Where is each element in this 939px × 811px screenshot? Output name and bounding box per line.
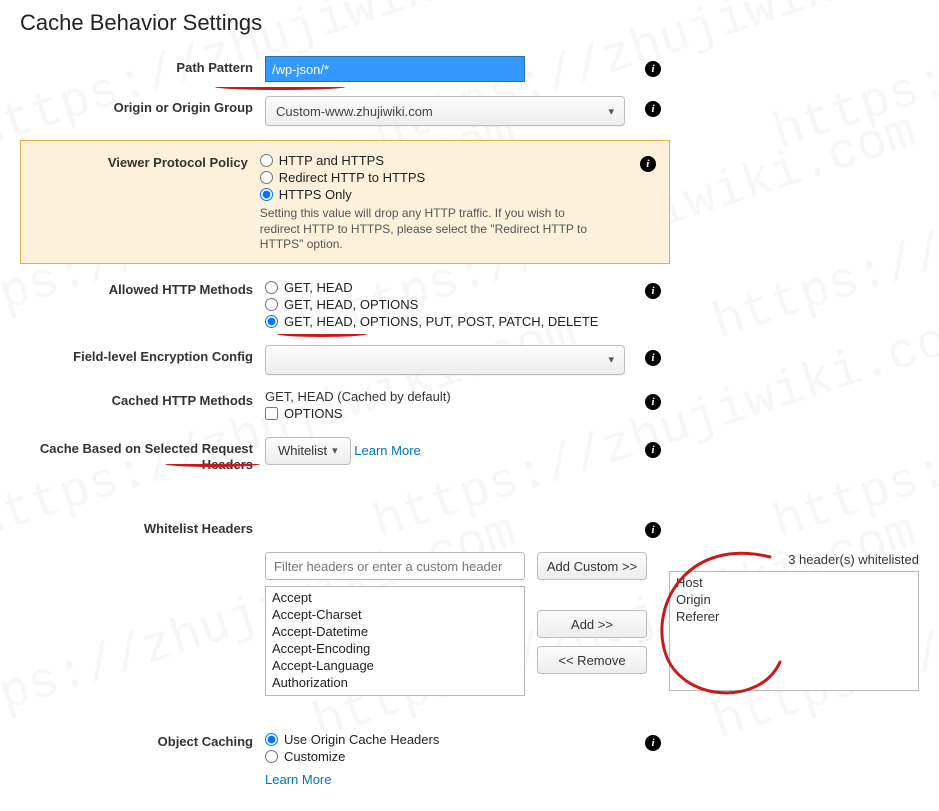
fle-select[interactable]: ▾ [265, 345, 625, 375]
cached-methods-static: GET, HEAD (Cached by default) [265, 389, 635, 404]
viewer-protocol-warning-box: Viewer Protocol Policy HTTP and HTTPS Re… [20, 140, 670, 264]
origin-label: Origin or Origin Group [20, 96, 265, 116]
origin-selected-value: Custom-www.zhujiwiki.com [276, 104, 433, 119]
viewer-protocol-option-https-only[interactable]: HTTPS Only [260, 187, 630, 202]
allowed-methods-option-1[interactable]: GET, HEAD, OPTIONS [265, 297, 635, 312]
object-caching-label: Object Caching [20, 730, 265, 750]
learn-more-link[interactable]: Learn More [354, 443, 420, 458]
annotation-underline [165, 461, 260, 467]
cached-methods-options-checkbox[interactable]: OPTIONS [265, 406, 635, 421]
cache-headers-label: Cache Based on Selected Request Headers [20, 437, 265, 474]
info-icon[interactable]: i [645, 101, 661, 117]
origin-select[interactable]: Custom-www.zhujiwiki.com ▾ [265, 96, 625, 126]
path-pattern-input[interactable] [265, 56, 525, 82]
allowed-methods-label: Allowed HTTP Methods [20, 278, 265, 298]
info-icon[interactable]: i [645, 442, 661, 458]
learn-more-link[interactable]: Learn More [265, 772, 331, 787]
header-filter-input[interactable] [265, 552, 525, 580]
available-headers-listbox[interactable]: Accept Accept-Charset Accept-Datetime Ac… [265, 586, 525, 696]
chevron-down-icon: ▾ [608, 353, 614, 366]
fle-label: Field-level Encryption Config [20, 345, 265, 365]
viewer-protocol-option-redirect[interactable]: Redirect HTTP to HTTPS [260, 170, 630, 185]
cached-methods-label: Cached HTTP Methods [20, 389, 265, 409]
path-pattern-label: Path Pattern [20, 56, 265, 76]
info-icon[interactable]: i [645, 522, 661, 538]
whitelist-headers-label: Whitelist Headers [20, 517, 265, 537]
list-item[interactable]: Accept-Datetime [270, 623, 520, 640]
info-icon[interactable]: i [645, 350, 661, 366]
info-icon[interactable]: i [640, 156, 656, 172]
list-item[interactable]: Origin [674, 591, 914, 608]
chevron-down-icon: ▾ [332, 444, 338, 457]
object-caching-option-1[interactable]: Customize [265, 749, 635, 764]
selected-headers-listbox[interactable]: Host Origin Referer [669, 571, 919, 691]
annotation-underline [277, 331, 367, 337]
whitelist-count-caption: 3 header(s) whitelisted [669, 552, 919, 567]
allowed-methods-option-0[interactable]: GET, HEAD [265, 280, 635, 295]
info-icon[interactable]: i [645, 283, 661, 299]
list-item[interactable]: Host [674, 574, 914, 591]
viewer-protocol-label: Viewer Protocol Policy [21, 151, 260, 171]
list-item[interactable]: Referer [674, 608, 914, 625]
list-item[interactable]: Accept-Encoding [270, 640, 520, 657]
info-icon[interactable]: i [645, 735, 661, 751]
annotation-underline [215, 84, 345, 90]
add-button[interactable]: Add >> [537, 610, 647, 638]
list-item[interactable]: Accept-Charset [270, 606, 520, 623]
viewer-protocol-option-http-https[interactable]: HTTP and HTTPS [260, 153, 630, 168]
page-title: Cache Behavior Settings [20, 10, 919, 36]
allowed-methods-option-2[interactable]: GET, HEAD, OPTIONS, PUT, POST, PATCH, DE… [265, 314, 635, 329]
list-item[interactable]: Accept [270, 589, 520, 606]
cache-headers-dropdown[interactable]: Whitelist ▾ [265, 437, 351, 465]
viewer-protocol-hint: Setting this value will drop any HTTP tr… [260, 206, 600, 253]
list-item[interactable]: Accept-Language [270, 657, 520, 674]
add-custom-button[interactable]: Add Custom >> [537, 552, 647, 580]
chevron-down-icon: ▾ [608, 105, 614, 118]
remove-button[interactable]: << Remove [537, 646, 647, 674]
info-icon[interactable]: i [645, 61, 661, 77]
list-item[interactable]: Authorization [270, 674, 520, 691]
object-caching-option-0[interactable]: Use Origin Cache Headers [265, 732, 635, 747]
info-icon[interactable]: i [645, 394, 661, 410]
